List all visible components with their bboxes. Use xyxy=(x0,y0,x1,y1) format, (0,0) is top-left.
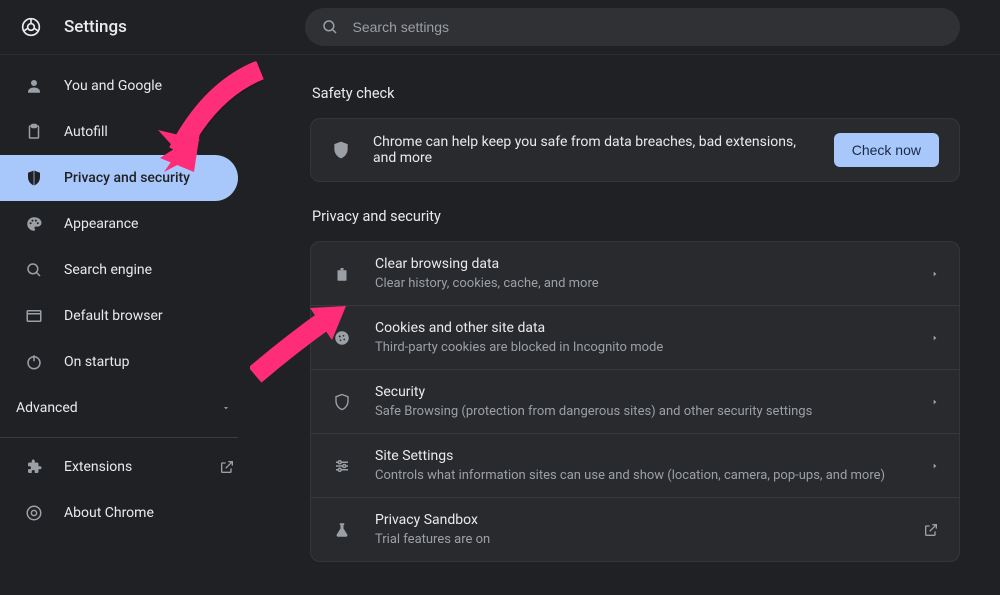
person-icon xyxy=(24,76,44,96)
row-subtitle: Safe Browsing (protection from dangerous… xyxy=(375,404,931,419)
row-site-settings[interactable]: Site Settings Controls what information … xyxy=(311,434,959,498)
search-bar[interactable] xyxy=(305,8,960,46)
clipboard-icon xyxy=(24,122,44,142)
row-subtitle: Trial features are on xyxy=(375,532,923,547)
row-subtitle: Third-party cookies are blocked in Incog… xyxy=(375,340,931,355)
power-icon xyxy=(24,352,44,372)
sidebar-item-about-chrome[interactable]: About Chrome xyxy=(0,490,255,536)
main-content: Safety check Chrome can help keep you sa… xyxy=(255,55,1000,595)
chrome-logo-icon xyxy=(20,16,42,38)
sidebar-item-search-engine[interactable]: Search engine xyxy=(0,247,255,293)
chevron-right-icon xyxy=(931,397,939,407)
row-title: Clear browsing data xyxy=(375,256,931,272)
sidebar: You and Google Autofill Privacy and secu… xyxy=(0,55,255,595)
row-subtitle: Clear history, cookies, cache, and more xyxy=(375,276,931,291)
sidebar-item-label: Extensions xyxy=(64,459,132,475)
sidebar-advanced-label: Advanced xyxy=(16,400,78,416)
privacy-list: Clear browsing data Clear history, cooki… xyxy=(310,241,960,562)
palette-icon xyxy=(24,214,44,234)
sidebar-item-appearance[interactable]: Appearance xyxy=(0,201,255,247)
row-title: Site Settings xyxy=(375,448,931,464)
search-input[interactable] xyxy=(353,19,944,35)
shield-icon xyxy=(331,140,351,160)
chevron-right-icon xyxy=(931,269,939,279)
privacy-heading: Privacy and security xyxy=(312,208,960,225)
sidebar-separator xyxy=(0,437,238,438)
puzzle-icon xyxy=(24,457,44,477)
shield-icon xyxy=(331,393,353,411)
sidebar-item-default-browser[interactable]: Default browser xyxy=(0,293,255,339)
row-clear-browsing-data[interactable]: Clear browsing data Clear history, cooki… xyxy=(311,242,959,306)
safety-check-message: Chrome can help keep you safe from data … xyxy=(373,134,812,166)
row-title: Security xyxy=(375,384,931,400)
sidebar-item-label: Autofill xyxy=(64,124,108,140)
flask-icon xyxy=(331,521,353,539)
chevron-right-icon xyxy=(931,461,939,471)
app-header: Settings xyxy=(0,0,1000,55)
safety-check-card: Chrome can help keep you safe from data … xyxy=(310,118,960,182)
browser-icon xyxy=(24,306,44,326)
chevron-down-icon xyxy=(221,403,231,413)
sidebar-item-extensions[interactable]: Extensions xyxy=(0,444,255,490)
shield-icon xyxy=(24,168,44,188)
row-security[interactable]: Security Safe Browsing (protection from … xyxy=(311,370,959,434)
sidebar-item-label: You and Google xyxy=(64,78,162,94)
sidebar-item-label: Default browser xyxy=(64,308,163,324)
page-title: Settings xyxy=(64,17,284,37)
sidebar-item-label: Search engine xyxy=(64,262,152,278)
sidebar-item-label: On startup xyxy=(64,354,130,370)
check-now-button[interactable]: Check now xyxy=(834,133,939,167)
sidebar-item-label: About Chrome xyxy=(64,505,154,521)
safety-check-heading: Safety check xyxy=(312,85,960,102)
search-icon xyxy=(321,18,339,36)
sidebar-item-on-startup[interactable]: On startup xyxy=(0,339,255,385)
row-subtitle: Controls what information sites can use … xyxy=(375,468,931,483)
search-icon xyxy=(24,260,44,280)
sidebar-item-autofill[interactable]: Autofill xyxy=(0,109,255,155)
row-cookies[interactable]: Cookies and other site data Third-party … xyxy=(311,306,959,370)
trash-icon xyxy=(331,265,353,283)
chevron-right-icon xyxy=(931,333,939,343)
sidebar-item-label: Privacy and security xyxy=(64,170,190,186)
sidebar-item-privacy-and-security[interactable]: Privacy and security xyxy=(0,155,238,201)
row-title: Cookies and other site data xyxy=(375,320,931,336)
sidebar-item-label: Appearance xyxy=(64,216,138,232)
cookie-icon xyxy=(331,329,353,347)
external-link-icon xyxy=(923,522,939,538)
external-link-icon xyxy=(219,459,235,475)
row-privacy-sandbox[interactable]: Privacy Sandbox Trial features are on xyxy=(311,498,959,561)
chrome-icon xyxy=(24,503,44,523)
row-title: Privacy Sandbox xyxy=(375,512,923,528)
sliders-icon xyxy=(331,457,353,475)
sidebar-advanced-toggle[interactable]: Advanced xyxy=(0,385,255,431)
sidebar-item-you-and-google[interactable]: You and Google xyxy=(0,63,255,109)
